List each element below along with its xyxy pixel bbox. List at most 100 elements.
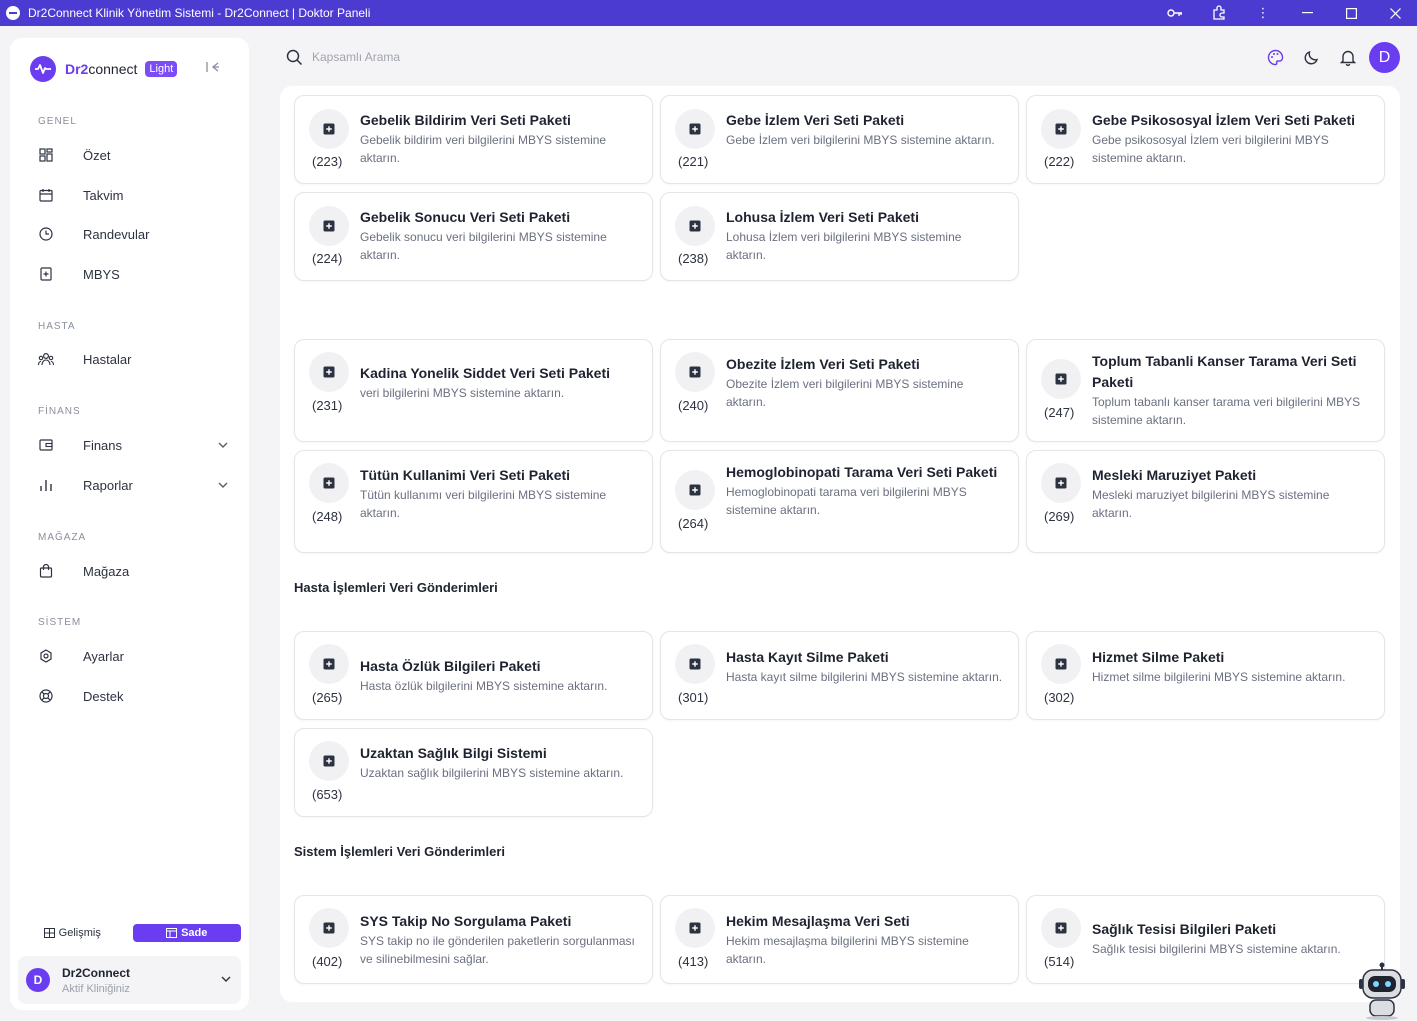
clinic-selector[interactable]: D Dr2Connect Aktif Kliniğiniz [18,956,241,1004]
package-title: Mesleki Maruziyet Paketi [1092,467,1257,483]
package-icon [675,206,715,246]
package-code: (221) [678,154,709,169]
sidebar-item-label: Özet [83,147,111,163]
extension-icon[interactable] [1197,0,1241,26]
package-card-269[interactable]: (269) Mesleki Maruziyet Paketi Mesleki m… [1026,450,1385,553]
package-title: Kadina Yonelik Siddet Veri Seti Paketi [360,365,611,381]
sidebar-item-ayarlar[interactable]: Ayarlar [38,641,228,671]
package-card-413[interactable]: (413) Hekim Mesajlaşma Veri Seti Hekim m… [660,895,1019,984]
shopping-bag-icon [38,563,54,579]
package-title: SYS Takip No Sorgulama Paketi [360,913,572,929]
collapse-sidebar-icon[interactable] [206,60,220,76]
sidebar-item-raporlar[interactable]: Raporlar [38,470,228,500]
package-card-247[interactable]: (247) Toplum Tabanli Kanser Tarama Veri … [1026,339,1385,442]
clock-icon [38,226,54,242]
sidebar-item-takvim[interactable]: Takvim [38,180,228,210]
package-card-402[interactable]: (402) SYS Takip No Sorgulama Paketi SYS … [294,895,653,984]
package-card-238[interactable]: (238) Lohusa İzlem Veri Seti Paketi Lohu… [660,192,1019,281]
brand[interactable]: Dr2connect Light [30,56,178,82]
sidebar-item-hastalar[interactable]: Hastalar [38,344,228,374]
sidebar-item-ozet[interactable]: Özet [38,140,228,170]
package-icon [675,109,715,149]
sidebar-item-randevular[interactable]: Randevular [38,219,228,249]
package-card-231[interactable]: (231) Kadina Yonelik Siddet Veri Seti Pa… [294,339,653,442]
package-icon [1041,109,1081,149]
user-avatar[interactable]: D [1369,42,1400,73]
mode-simple-button[interactable]: Sade [132,924,241,942]
package-description: veri bilgilerini MBYS sistemine aktarın. [360,386,565,400]
package-icon [1041,463,1081,503]
clinic-name: Dr2Connect [62,965,131,980]
package-title: Gebe İzlem Veri Seti Paketi [726,112,905,128]
package-icon [309,352,349,392]
package-title: Hekim Mesajlaşma Veri Seti [726,913,910,929]
package-description: Obezite İzlem veri bilgilerini MBYS sist… [726,377,964,409]
package-card-653[interactable]: (653) Uzaktan Sağlık Bilgi Sistemi Uzakt… [294,728,653,817]
sidebar-item-mbys[interactable]: MBYS [38,259,228,289]
package-code: (653) [312,787,343,802]
sidebar-item-label: Hastalar [83,351,132,367]
view-mode-toggle: Gelişmiş Sade [18,924,241,946]
sidebar-item-label: Ayarlar [83,648,124,664]
package-title: Obezite İzlem Veri Seti Paketi [726,356,920,372]
palette-icon[interactable] [1264,46,1286,68]
package-code: (231) [312,398,343,413]
package-title: Hasta Özlük Bilgileri Paketi [360,658,541,674]
package-description: Sağlık tesisi bilgilerini MBYS sistemine… [1092,942,1341,956]
package-code: (224) [312,251,343,266]
package-icon [309,206,349,246]
package-card-240[interactable]: (240) Obezite İzlem Veri Seti Paketi Obe… [660,339,1019,442]
package-code: (269) [1044,509,1075,524]
section-label-sistem: SİSTEM [38,617,82,628]
package-card-248[interactable]: (248) Tütün Kullanimi Veri Seti Paketi T… [294,450,653,553]
maximize-icon[interactable] [1329,0,1373,26]
app-logo-icon [6,6,20,20]
package-icon [675,470,715,510]
package-card-223[interactable]: (223) Gebelik Bildirim Veri Seti Paketi … [294,95,653,184]
package-card-265[interactable]: (265) Hasta Özlük Bilgileri Paketi Hasta… [294,631,653,720]
package-title: Lohusa İzlem Veri Seti Paketi [726,209,919,225]
sidebar-item-label: Finans [83,437,123,453]
sidebar-item-destek[interactable]: Destek [38,681,228,711]
package-icon [309,109,349,149]
section-title-patient: Hasta İşlemleri Veri Gönderimleri [294,580,498,595]
users-icon [38,351,54,367]
package-title: Sağlık Tesisi Bilgileri Paketi [1092,921,1277,937]
package-title: Gebelik Sonucu Veri Seti Paketi [360,209,571,225]
package-description: Gebe İzlem veri bilgilerini MBYS sistemi… [726,133,995,147]
key-icon[interactable] [1153,0,1197,26]
search-input[interactable] [312,46,612,68]
package-code: (301) [678,690,709,705]
mode-advanced-button[interactable]: Gelişmiş [18,924,127,942]
sidebar-item-magaza[interactable]: Mağaza [38,556,228,586]
close-icon[interactable] [1373,0,1417,26]
package-card-224[interactable]: (224) Gebelik Sonucu Veri Seti Paketi Ge… [294,192,653,281]
sidebar-item-finans[interactable]: Finans [38,430,228,460]
minimize-icon[interactable] [1285,0,1329,26]
more-vertical-icon[interactable]: ⋮ [1241,0,1285,26]
section-label-hasta: HASTA [38,321,76,332]
bell-icon[interactable] [1337,46,1359,68]
package-description: SYS takip no ile gönderilen paketlerin s… [360,934,635,966]
robot-assistant-icon[interactable] [1357,962,1407,1021]
package-card-221[interactable]: (221) Gebe İzlem Veri Seti Paketi Gebe İ… [660,95,1019,184]
medical-file-icon [38,266,54,282]
section-label-magaza: MAĞAZA [38,532,87,543]
package-card-264[interactable]: (264) Hemoglobinopati Tarama Veri Seti P… [660,450,1019,553]
sidebar-item-label: Destek [83,688,124,704]
package-card-301[interactable]: (301) Hasta Kayıt Silme Paketi Hasta kay… [660,631,1019,720]
search-icon[interactable] [286,49,303,71]
package-card-222[interactable]: (222) Gebe Psikososyal İzlem Veri Seti P… [1026,95,1385,184]
package-code: (413) [678,954,709,969]
sidebar-item-label: Takvim [83,187,124,203]
package-title: Uzaktan Sağlık Bilgi Sistemi [360,745,547,761]
chevron-down-icon[interactable] [218,440,228,451]
package-description: Gebelik bildirim veri bilgilerini MBYS s… [360,133,607,165]
package-card-514[interactable]: (514) Sağlık Tesisi Bilgileri Paketi Sağ… [1026,895,1385,984]
package-title: Gebelik Bildirim Veri Seti Paketi [360,112,571,128]
package-icon [309,908,349,948]
package-card-302[interactable]: (302) Hizmet Silme Paketi Hizmet silme b… [1026,631,1385,720]
package-code: (247) [1044,405,1075,420]
moon-icon[interactable] [1301,46,1323,68]
chevron-down-icon[interactable] [218,480,228,491]
